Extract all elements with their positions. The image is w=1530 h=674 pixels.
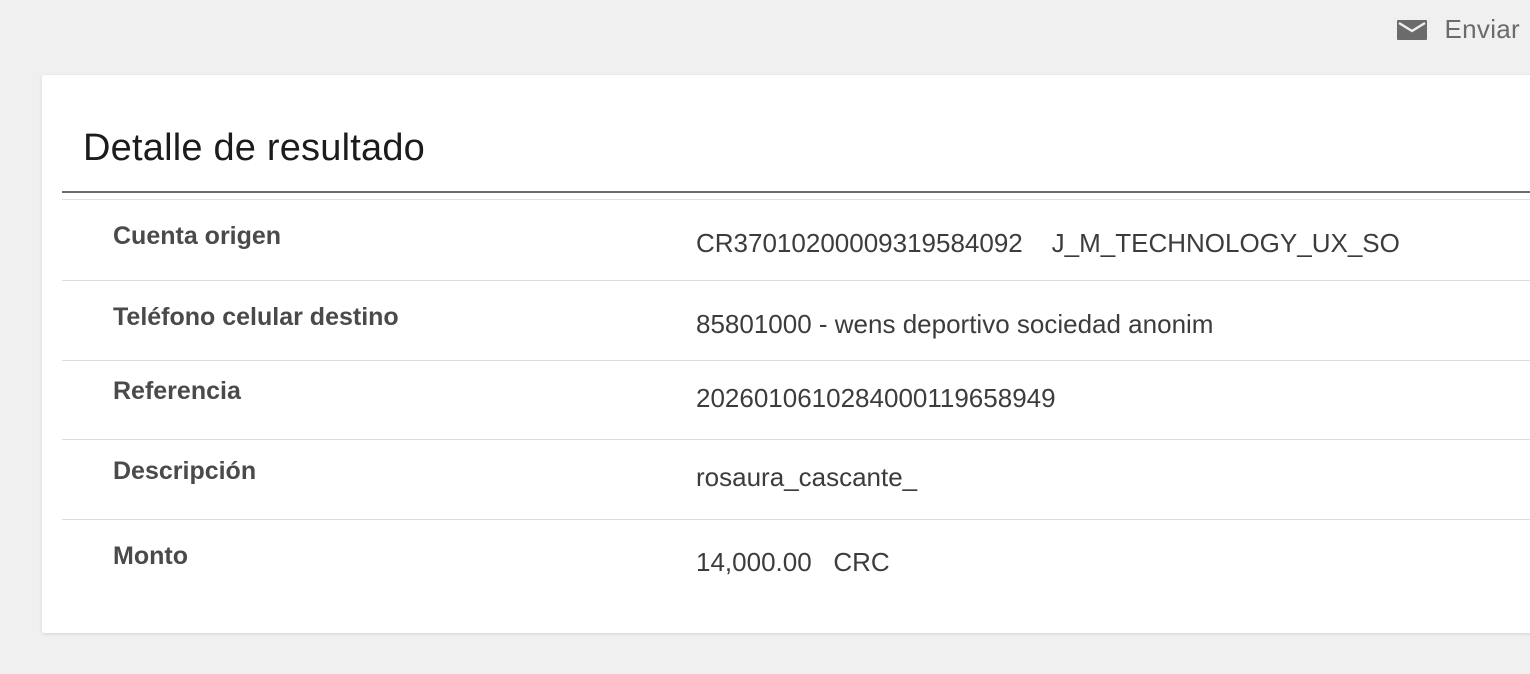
detail-label: Monto [113, 542, 188, 570]
detail-value: CR37010200009319584092 J_M_TECHNOLOGY_UX… [696, 228, 1400, 258]
detail-list: Cuenta origen CR37010200009319584092 J_M… [62, 200, 1530, 610]
top-toolbar: Enviar [0, 0, 1530, 60]
send-label: Enviar [1444, 14, 1520, 44]
detail-value: 14,000.00 CRC [696, 547, 890, 577]
detail-row-amount: Monto 14,000.00 CRC [62, 520, 1530, 610]
detail-row-reference: Referencia 2026010610284000119658949 [62, 361, 1530, 440]
title-divider [62, 191, 1530, 193]
send-button[interactable]: Enviar [1396, 14, 1521, 45]
detail-label: Referencia [113, 377, 241, 405]
envelope-icon [1396, 19, 1427, 40]
detail-label: Descripción [113, 457, 257, 485]
page-title: Detalle de resultado [83, 127, 425, 169]
detail-label: Teléfono celular destino [113, 303, 399, 331]
detail-row-description: Descripción rosaura_cascante_ [62, 440, 1530, 520]
result-detail-card: Detalle de resultado Cuenta origen CR370… [42, 75, 1530, 633]
detail-value: 85801000 - wens deportivo sociedad anoni… [696, 309, 1214, 339]
detail-value: 2026010610284000119658949 [696, 383, 1056, 413]
detail-row-destination-phone: Teléfono celular destino 85801000 - wens… [62, 281, 1530, 361]
detail-label: Cuenta origen [113, 222, 282, 250]
detail-row-source-account: Cuenta origen CR37010200009319584092 J_M… [62, 200, 1530, 281]
detail-value: rosaura_cascante_ [696, 462, 918, 492]
